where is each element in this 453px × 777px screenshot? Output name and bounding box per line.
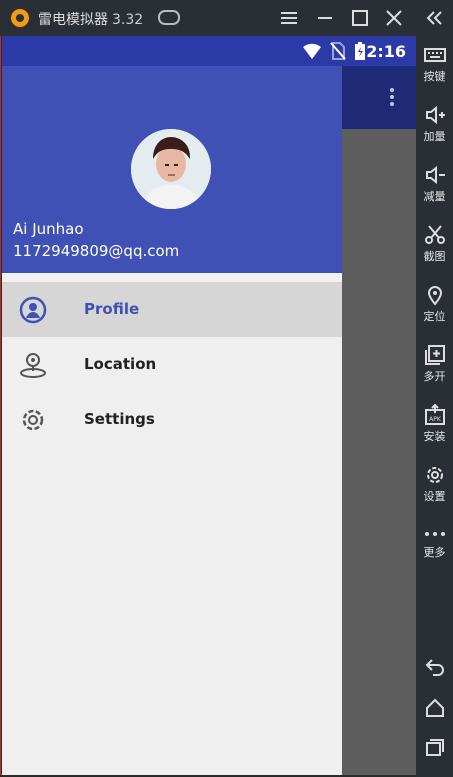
app-logo-icon (11, 9, 29, 27)
drawer-item-settings[interactable]: Settings (2, 392, 342, 447)
volume-up-icon (425, 105, 445, 125)
sidebar-item-label: 减量 (423, 190, 446, 203)
avatar[interactable] (131, 129, 211, 209)
app-bar (342, 66, 416, 129)
svg-text:APK: APK (429, 416, 442, 423)
location-icon (20, 353, 46, 378)
status-bar: 2:16 (2, 36, 416, 66)
volume-down-icon (425, 165, 445, 185)
user-email: 1172949809@qq.com (13, 242, 180, 260)
android-screen: 2:16 Ai Junhao 1172949809@qq.com Profile… (2, 36, 416, 775)
multi-open-icon (424, 345, 445, 365)
sidebar-item-keyboard[interactable]: 按键 (416, 44, 453, 84)
window-title: 雷电模拟器 3.32 (38, 9, 143, 29)
home-icon[interactable] (424, 697, 446, 719)
drawer-item-label: Location (84, 355, 157, 373)
settings-icon (22, 409, 44, 431)
keyboard-icon (423, 48, 446, 62)
sidebar-item-label: 更多 (423, 546, 446, 559)
emulator-sidebar: 按键 加量 减量 截图 定位 多开 APK 安装 设置 更多 (416, 0, 453, 777)
back-icon[interactable] (424, 656, 446, 678)
sidebar-item-label: 设置 (423, 490, 446, 503)
sidebar-item-label: 定位 (423, 310, 446, 323)
menu-icon[interactable] (278, 8, 300, 28)
emulator-titlebar: 雷电模拟器 3.32 (0, 0, 453, 36)
sidebar-item-label: 截图 (423, 250, 446, 263)
drawer-item-label: Profile (84, 300, 140, 318)
window-version: 3.32 (112, 12, 144, 28)
scissors-icon (424, 225, 445, 244)
sidebar-item-label: 按键 (423, 70, 446, 83)
sidebar-item-volume-down[interactable]: 减量 (416, 164, 453, 204)
minimize-icon[interactable] (314, 8, 336, 28)
location-pin-icon (427, 286, 442, 306)
sidebar-item-install[interactable]: APK 安装 (416, 404, 453, 444)
no-sim-icon (330, 42, 346, 60)
overflow-menu-icon[interactable] (390, 88, 394, 108)
drawer-item-location[interactable]: Location (2, 337, 342, 392)
navigation-drawer: Ai Junhao 1172949809@qq.com Profile Loca… (2, 66, 342, 775)
drawer-divider (2, 273, 342, 282)
collapse-sidebar-icon[interactable] (422, 8, 446, 28)
sidebar-item-volume-up[interactable]: 加量 (416, 104, 453, 144)
more-icon (424, 532, 445, 536)
drawer-item-label: Settings (84, 410, 155, 428)
sidebar-item-more[interactable]: 更多 (416, 526, 453, 560)
sidebar-item-location[interactable]: 定位 (416, 284, 453, 324)
close-icon[interactable] (383, 8, 405, 28)
apk-install-icon: APK (424, 404, 445, 425)
sidebar-item-screenshot[interactable]: 截图 (416, 224, 453, 264)
user-name: Ai Junhao (13, 220, 84, 238)
status-time: 2:16 (366, 42, 406, 61)
window-title-text: 雷电模拟器 (38, 12, 108, 28)
recents-icon[interactable] (424, 736, 446, 758)
sidebar-item-label: 多开 (423, 370, 446, 383)
gamepad-icon[interactable] (158, 10, 180, 25)
sidebar-item-label: 安装 (423, 430, 446, 443)
sidebar-item-settings[interactable]: 设置 (416, 464, 453, 504)
drawer-item-profile[interactable]: Profile (2, 282, 342, 337)
wifi-icon (303, 43, 321, 59)
profile-icon (19, 296, 47, 324)
sidebar-item-label: 加量 (423, 130, 446, 143)
gear-icon (426, 467, 443, 483)
battery-charging-icon (355, 42, 365, 60)
maximize-icon[interactable] (349, 8, 371, 28)
sidebar-item-multi-open[interactable]: 多开 (416, 344, 453, 384)
drawer-header: Ai Junhao 1172949809@qq.com (2, 66, 342, 273)
drawer-menu: Profile Location Settings (2, 282, 342, 447)
avatar-image (131, 129, 211, 209)
